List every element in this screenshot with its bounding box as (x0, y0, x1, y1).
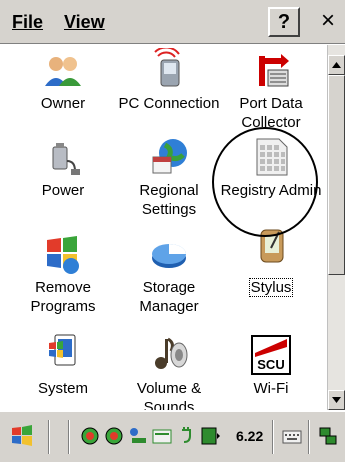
scroll-up-button[interactable] (328, 55, 345, 75)
scroll-thumb[interactable] (328, 75, 345, 275)
taskbar-separator (68, 420, 70, 454)
item-label: Owner (40, 95, 86, 112)
item-label: System (37, 380, 88, 397)
item-label: Stylus (216, 278, 326, 297)
svg-text:SCU: SCU (257, 357, 284, 372)
stylus-label: Stylus (248, 278, 294, 297)
usb-icon[interactable] (128, 426, 148, 446)
power-plug-icon[interactable] (178, 426, 198, 446)
close-button[interactable]: × (313, 7, 343, 37)
owner-icon (45, 57, 81, 86)
start-icon[interactable] (8, 422, 36, 450)
item-label: Wi-Fi (253, 380, 289, 397)
network2-icon[interactable] (104, 426, 124, 446)
scroll-down-button[interactable] (328, 390, 345, 410)
file-menu-label: File (12, 12, 44, 32)
taskbar-separator (48, 420, 50, 454)
item-label: Port Data Collector (239, 95, 303, 131)
regional-settings-icon (152, 139, 187, 174)
vertical-scrollbar[interactable] (327, 45, 345, 410)
file-menu[interactable]: File (12, 12, 43, 32)
item-label: Remove Programs (30, 279, 96, 315)
view-menu-label: View (64, 12, 105, 32)
network-icon[interactable] (80, 426, 100, 446)
item-label: Power (41, 182, 85, 199)
battery-icon[interactable] (200, 426, 220, 446)
keyboard-icon[interactable] (152, 426, 172, 446)
storage-manager-icon (152, 244, 186, 268)
menu-bar: File View ? × (0, 0, 345, 44)
power-icon (52, 143, 80, 175)
item-label: Regional Settings (139, 182, 199, 218)
system-icon (49, 334, 76, 366)
taskbar-separator (308, 420, 310, 454)
battery-level-text: 6.22 (236, 428, 264, 444)
view-menu[interactable]: View (64, 12, 105, 32)
port-data-collector-icon (259, 54, 289, 87)
arrow-down-icon (332, 397, 341, 403)
wifi-icon: SCU (251, 335, 291, 375)
remove-programs-icon (47, 236, 79, 274)
highlight-circle (212, 127, 318, 237)
input-panel-icon[interactable] (282, 426, 302, 446)
item-label: PC Connection (118, 95, 220, 112)
item-label: Storage Manager (139, 279, 199, 315)
arrow-up-icon (332, 62, 341, 68)
volume-sounds-icon (155, 337, 188, 369)
help-button[interactable]: ? (268, 7, 300, 37)
pc-connection-icon (154, 48, 180, 87)
taskbar: 6.22 (0, 410, 345, 462)
desktop-icon[interactable] (318, 426, 338, 446)
taskbar-separator (272, 420, 274, 454)
